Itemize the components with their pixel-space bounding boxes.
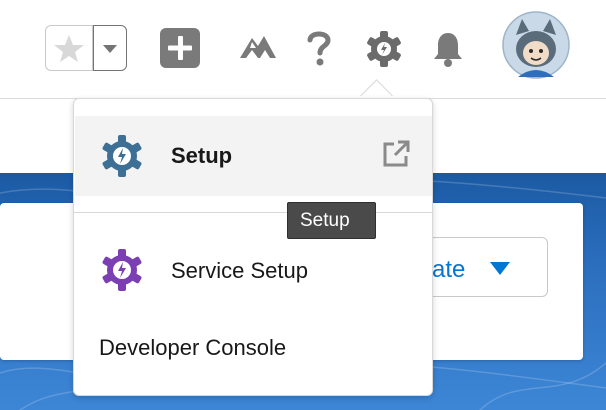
gear-icon xyxy=(367,31,401,67)
chevron-down-icon xyxy=(103,45,117,53)
tooltip: Setup xyxy=(287,202,376,239)
help-button[interactable] xyxy=(303,28,335,73)
menu-item-setup-label: Setup xyxy=(171,143,233,168)
trailhead-button[interactable] xyxy=(236,28,280,73)
avatar xyxy=(502,11,570,79)
create-button-label: ate xyxy=(432,256,466,283)
favorites-button[interactable] xyxy=(45,25,93,71)
favorites-dropdown-button[interactable] xyxy=(93,25,127,71)
setup-gear-button[interactable] xyxy=(365,30,403,73)
bell-icon xyxy=(434,33,462,67)
menu-divider xyxy=(74,212,432,213)
caret-down-icon xyxy=(490,262,510,275)
setup-gear-icon xyxy=(100,134,144,183)
notifications-button[interactable] xyxy=(430,30,466,73)
help-icon xyxy=(307,31,331,66)
star-icon xyxy=(54,35,84,62)
global-actions-button[interactable] xyxy=(160,28,200,73)
service-setup-gear-icon xyxy=(100,248,144,297)
add-icon xyxy=(160,28,200,68)
menu-item-service-setup[interactable]: Service Setup xyxy=(171,258,308,284)
trailhead-icon xyxy=(240,36,276,58)
menu-item-developer-console[interactable]: Developer Console xyxy=(99,335,286,361)
user-avatar[interactable] xyxy=(502,11,570,84)
external-link-icon[interactable] xyxy=(380,138,412,175)
tooltip-text: Setup xyxy=(300,210,350,231)
